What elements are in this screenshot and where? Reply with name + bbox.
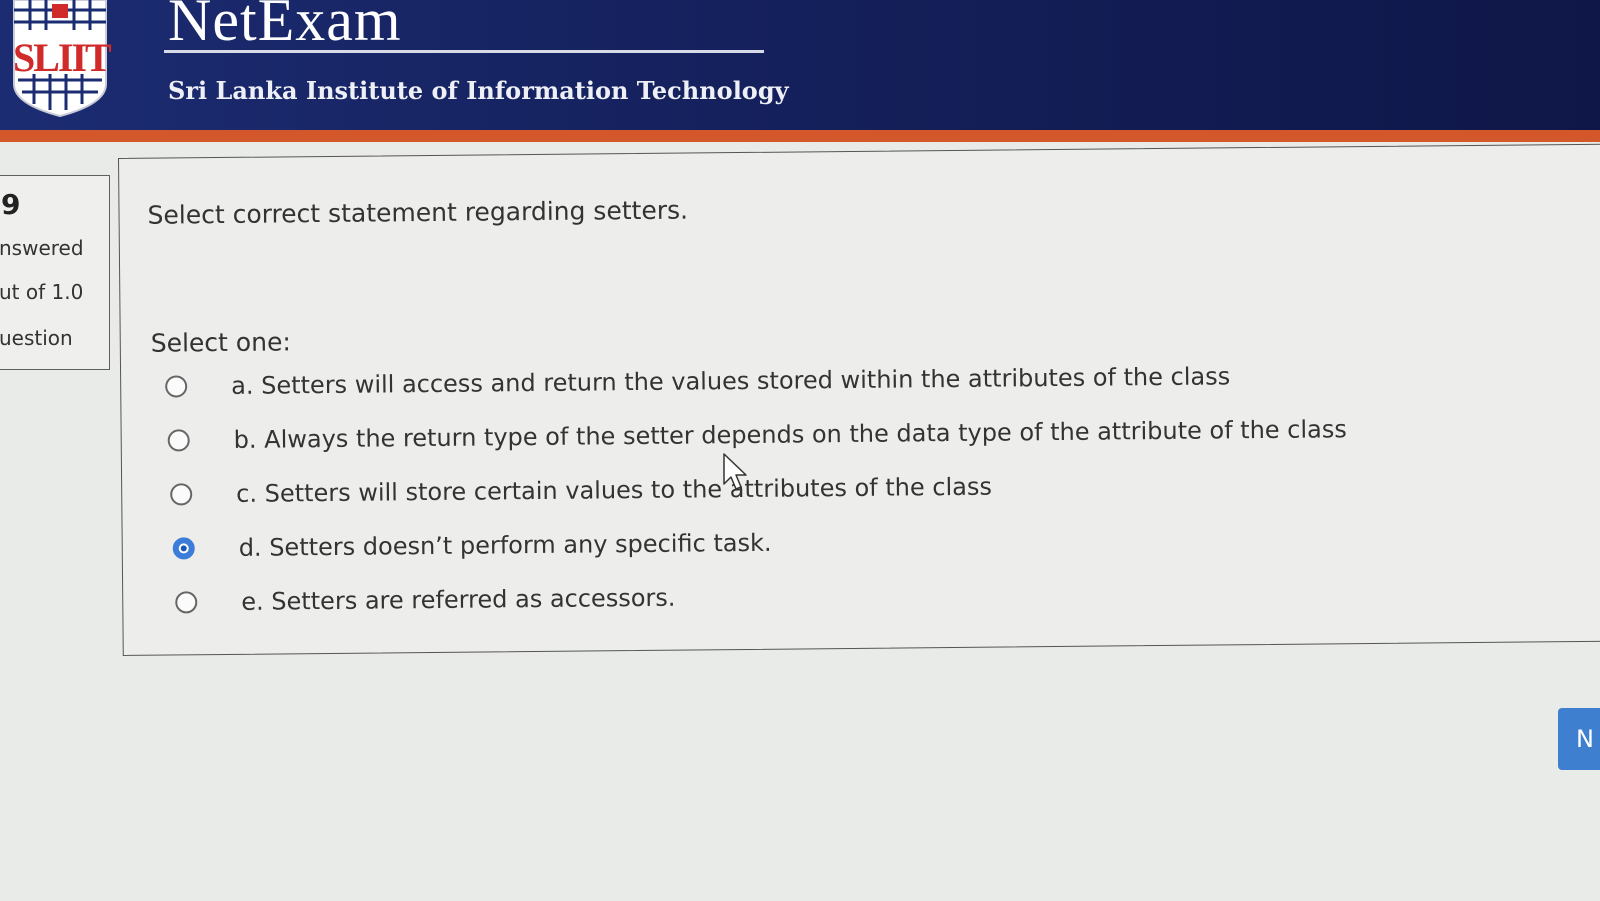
question-info-box: 9 nswered ut of 1.0 uestion <box>0 175 110 370</box>
next-page-button[interactable]: N <box>1558 708 1600 770</box>
brand-divider <box>164 50 764 53</box>
option-d[interactable]: d. Setters doesn’t perform any specific … <box>172 523 772 569</box>
mouse-cursor-icon <box>723 453 747 490</box>
question-number: 9 <box>1 188 21 221</box>
option-a[interactable]: a. Setters will access and return the va… <box>165 356 1230 406</box>
option-c[interactable]: c. Setters will store certain values to … <box>170 467 992 515</box>
header-accent-stripe <box>0 130 1600 142</box>
question-panel: Select correct statement regarding sette… <box>118 143 1600 656</box>
radio-option-e[interactable] <box>175 591 198 614</box>
brand-title: NetExam <box>168 0 402 53</box>
radio-option-d[interactable] <box>172 537 195 560</box>
radio-option-b[interactable] <box>167 429 190 452</box>
radio-option-a[interactable] <box>165 375 188 398</box>
question-marks: ut of 1.0 <box>0 280 84 304</box>
radio-option-c[interactable] <box>170 483 193 506</box>
brand-subtitle: Sri Lanka Institute of Information Techn… <box>168 76 789 105</box>
option-d-label[interactable]: d. Setters doesn’t perform any specific … <box>239 529 772 562</box>
select-one-prompt: Select one: <box>150 327 291 358</box>
logo-text: SLIIT <box>13 35 112 80</box>
option-e[interactable]: e. Setters are referred as accessors. <box>175 578 676 623</box>
option-b[interactable]: b. Always the return type of the setter … <box>167 409 1347 460</box>
option-a-label[interactable]: a. Setters will access and return the va… <box>231 362 1230 400</box>
question-text: Select correct statement regarding sette… <box>147 195 689 230</box>
question-status: nswered <box>0 236 84 260</box>
option-b-label[interactable]: b. Always the return type of the setter … <box>234 415 1347 454</box>
option-c-label[interactable]: c. Setters will store certain values to … <box>236 473 992 508</box>
option-e-label[interactable]: e. Setters are referred as accessors. <box>241 584 675 616</box>
flag-question-link[interactable]: uestion <box>0 326 73 350</box>
